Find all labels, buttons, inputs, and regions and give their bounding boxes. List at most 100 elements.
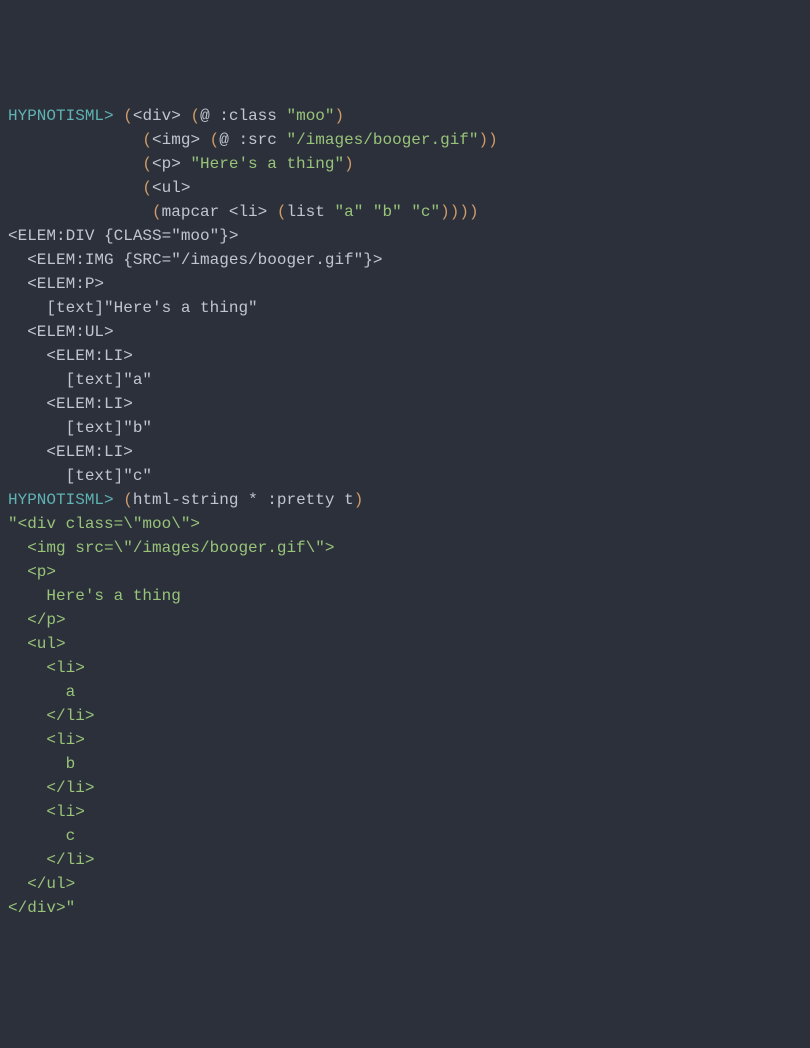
terminal-segment-string: </li>: [8, 707, 94, 725]
terminal-line: <ELEM:LI>: [8, 344, 802, 368]
terminal-segment-output: [363, 203, 373, 221]
terminal-line: <ELEM:UL>: [8, 320, 802, 344]
terminal-segment-string: <p>: [8, 563, 56, 581]
terminal-line: c: [8, 824, 802, 848]
terminal-segment-string: Here's a thing: [8, 587, 181, 605]
terminal-output[interactable]: HYPNOTISML> (<div> (@ :class "moo") (<im…: [8, 104, 802, 920]
terminal-segment-paren: (: [142, 131, 152, 149]
terminal-line: b: [8, 752, 802, 776]
terminal-segment-output: [8, 203, 152, 221]
terminal-segment-paren: (: [190, 107, 200, 125]
terminal-segment-string: "a": [334, 203, 363, 221]
terminal-segment-paren: (: [142, 179, 152, 197]
terminal-segment-string: "Here's a thing": [190, 155, 344, 173]
terminal-line: [text]"c": [8, 464, 802, 488]
terminal-segment-output: <ELEM:DIV {CLASS="moo"}>: [8, 227, 238, 245]
terminal-segment-paren: ): [344, 155, 354, 173]
terminal-line: <img src=\"/images/booger.gif\">: [8, 536, 802, 560]
terminal-line: </p>: [8, 608, 802, 632]
terminal-segment-output: @ :class: [200, 107, 286, 125]
terminal-segment-string: b: [8, 755, 75, 773]
terminal-segment-output: [114, 107, 124, 125]
terminal-segment-string: </ul>: [8, 875, 75, 893]
terminal-segment-prompt: HYPNOTISML>: [8, 491, 114, 509]
terminal-segment-string: "b": [373, 203, 402, 221]
terminal-segment-string: <li>: [8, 731, 85, 749]
terminal-segment-string: </li>: [8, 851, 94, 869]
terminal-segment-output: mapcar <li>: [162, 203, 277, 221]
terminal-segment-string: <img src=\"/images/booger.gif\">: [8, 539, 334, 557]
terminal-line: <ELEM:DIV {CLASS="moo"}>: [8, 224, 802, 248]
terminal-line: (<ul>: [8, 176, 802, 200]
terminal-segment-output: <ELEM:P>: [8, 275, 104, 293]
terminal-line: a: [8, 680, 802, 704]
terminal-segment-paren: )))): [440, 203, 478, 221]
terminal-segment-paren: (: [142, 155, 152, 173]
terminal-segment-string: </p>: [8, 611, 66, 629]
terminal-segment-string: "/images/booger.gif": [286, 131, 478, 149]
terminal-line: <ELEM:LI>: [8, 440, 802, 464]
terminal-segment-output: [text]"Here's a thing": [8, 299, 258, 317]
terminal-segment-paren: ): [354, 491, 364, 509]
terminal-segment-output: html-string * :pretty t: [133, 491, 354, 509]
terminal-segment-string: </div>": [8, 899, 75, 917]
terminal-line: [text]"a": [8, 368, 802, 392]
terminal-line: HYPNOTISML> (html-string * :pretty t): [8, 488, 802, 512]
terminal-segment-output: [text]"b": [8, 419, 152, 437]
terminal-line: <li>: [8, 728, 802, 752]
terminal-line: </li>: [8, 848, 802, 872]
terminal-segment-output: [text]"c": [8, 467, 152, 485]
terminal-line: </li>: [8, 776, 802, 800]
terminal-line: <p>: [8, 560, 802, 584]
terminal-segment-output: <div>: [133, 107, 191, 125]
terminal-segment-paren: ): [335, 107, 345, 125]
terminal-line: </div>": [8, 896, 802, 920]
terminal-segment-string: <li>: [8, 803, 85, 821]
terminal-line: <ELEM:LI>: [8, 392, 802, 416]
terminal-segment-paren: )): [479, 131, 498, 149]
terminal-line: <li>: [8, 656, 802, 680]
terminal-segment-output: <img>: [152, 131, 210, 149]
terminal-segment-output: [114, 491, 124, 509]
terminal-segment-string: a: [8, 683, 75, 701]
terminal-line: (<p> "Here's a thing"): [8, 152, 802, 176]
terminal-segment-string: "<div class=\"moo\">: [8, 515, 200, 533]
terminal-segment-output: [402, 203, 412, 221]
terminal-segment-string: </li>: [8, 779, 94, 797]
terminal-segment-output: <ELEM:LI>: [8, 443, 133, 461]
terminal-segment-string: "moo": [286, 107, 334, 125]
terminal-line: (<img> (@ :src "/images/booger.gif")): [8, 128, 802, 152]
terminal-segment-output: <p>: [152, 155, 190, 173]
terminal-line: <li>: [8, 800, 802, 824]
terminal-segment-string: <li>: [8, 659, 85, 677]
terminal-line: <ELEM:IMG {SRC="/images/booger.gif"}>: [8, 248, 802, 272]
terminal-segment-output: [8, 179, 142, 197]
terminal-segment-paren: (: [210, 131, 220, 149]
terminal-line: </li>: [8, 704, 802, 728]
terminal-line: </ul>: [8, 872, 802, 896]
terminal-line: HYPNOTISML> (<div> (@ :class "moo"): [8, 104, 802, 128]
terminal-segment-output: [8, 155, 142, 173]
terminal-segment-output: <ELEM:UL>: [8, 323, 114, 341]
terminal-line: <ELEM:P>: [8, 272, 802, 296]
terminal-line: <ul>: [8, 632, 802, 656]
terminal-segment-paren: (: [152, 203, 162, 221]
terminal-line: (mapcar <li> (list "a" "b" "c")))): [8, 200, 802, 224]
terminal-segment-string: c: [8, 827, 75, 845]
terminal-line: "<div class=\"moo\">: [8, 512, 802, 536]
terminal-segment-output: [8, 131, 142, 149]
terminal-segment-output: list: [286, 203, 334, 221]
terminal-segment-string: <ul>: [8, 635, 66, 653]
terminal-segment-output: <ELEM:LI>: [8, 347, 133, 365]
terminal-line: [text]"Here's a thing": [8, 296, 802, 320]
terminal-segment-output: <ul>: [152, 179, 190, 197]
terminal-segment-paren: (: [123, 107, 133, 125]
terminal-segment-output: <ELEM:LI>: [8, 395, 133, 413]
terminal-segment-prompt: HYPNOTISML>: [8, 107, 114, 125]
terminal-segment-output: @ :src: [219, 131, 286, 149]
terminal-segment-output: <ELEM:IMG {SRC="/images/booger.gif"}>: [8, 251, 382, 269]
terminal-segment-output: [text]"a": [8, 371, 152, 389]
terminal-segment-string: "c": [411, 203, 440, 221]
terminal-line: [text]"b": [8, 416, 802, 440]
terminal-segment-paren: (: [123, 491, 133, 509]
